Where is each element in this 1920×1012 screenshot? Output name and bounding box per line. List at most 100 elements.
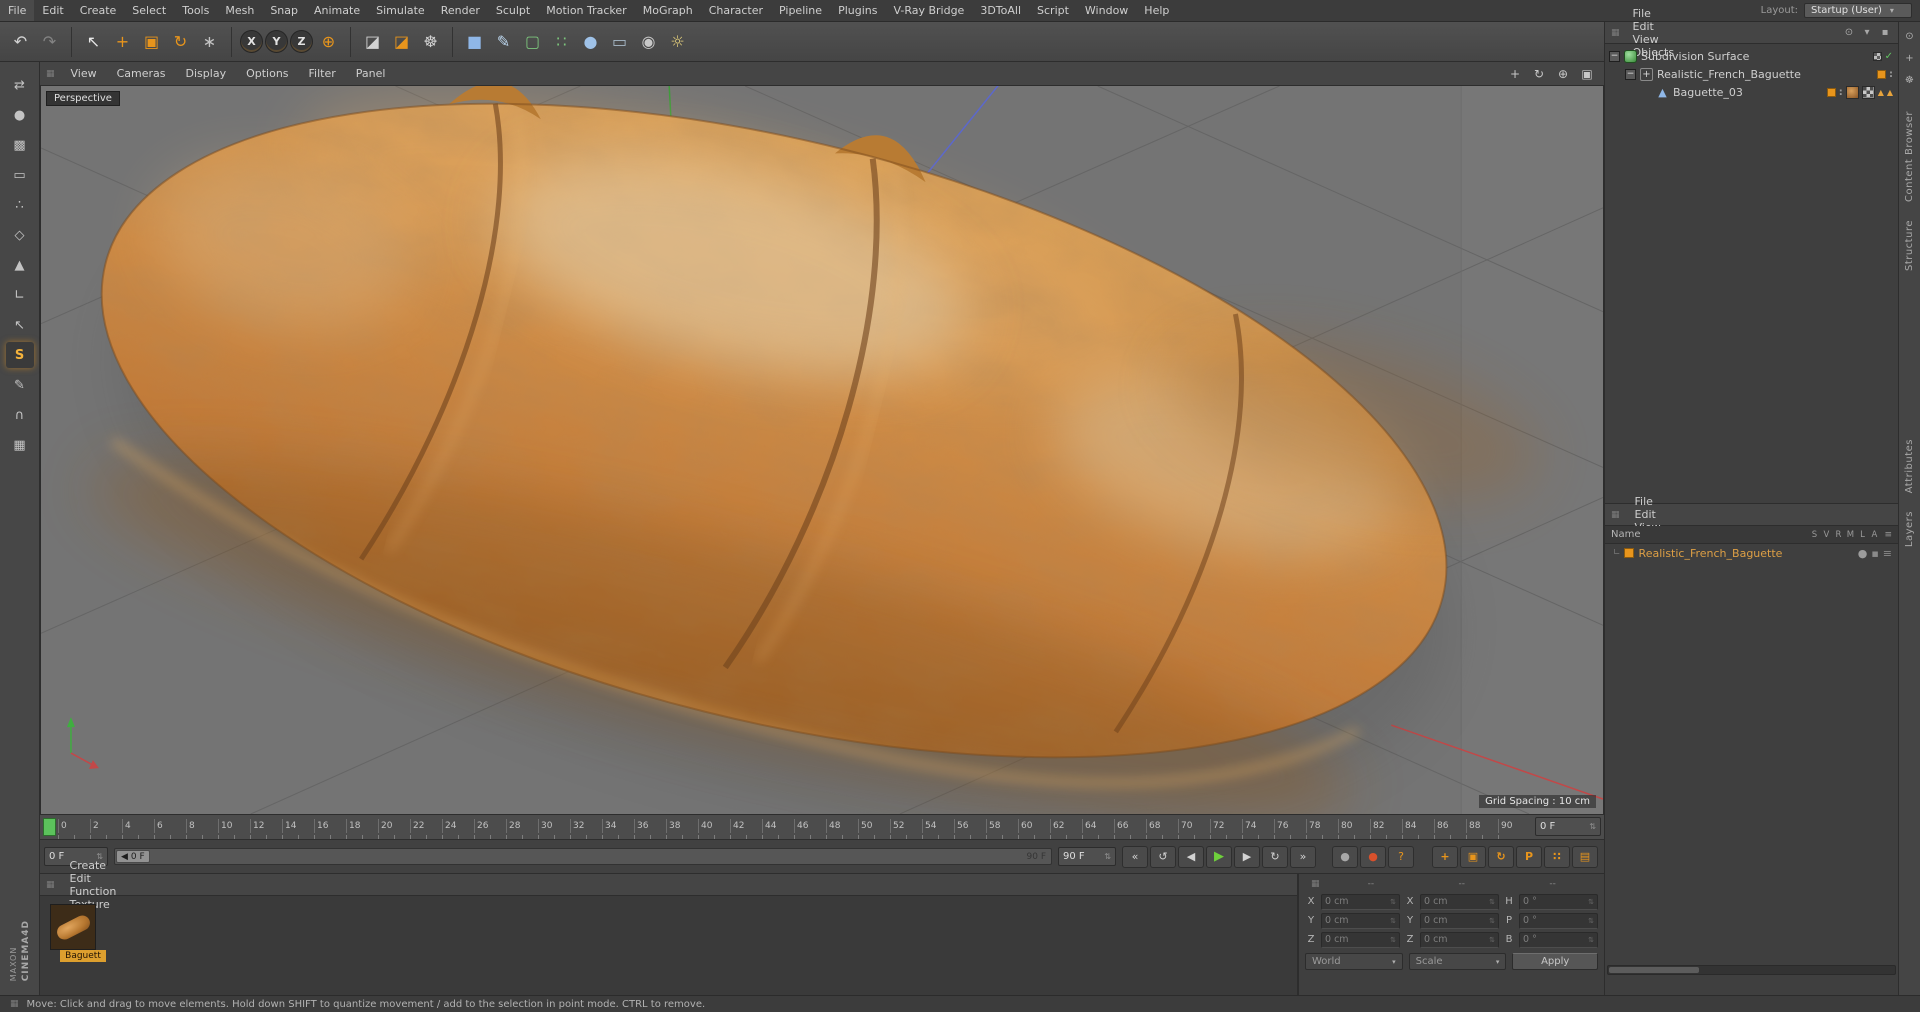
loop-playback-button[interactable]: ↻ [1262,845,1288,868]
tab-attributes[interactable]: Attributes [1904,430,1915,502]
end-frame-field[interactable]: 90 F ⇅ [1058,847,1116,866]
ruler-tick-36[interactable]: 36 [634,819,666,833]
orbit-view-icon[interactable]: ↻ [1528,65,1550,83]
key-timeline-button[interactable]: ▤ [1572,845,1598,868]
checker-badge[interactable] [1872,51,1882,61]
ruler-tick-80[interactable]: 80 [1338,819,1370,833]
menu-tools[interactable]: Tools [174,0,217,21]
spinner-icon[interactable]: ⇅ [1390,917,1396,925]
material-render-icon[interactable]: ▪ [1871,547,1878,560]
object-row-subdivision-surface[interactable]: − Subdivision Surface ✓ [1605,47,1898,65]
coordinate-field-x-0[interactable]: 0 cm ⇅ [1321,893,1400,910]
ruler-tick-14[interactable]: 14 [282,819,314,833]
ruler-tick-0[interactable]: 0 [58,819,90,833]
ruler-tick-38[interactable]: 38 [666,819,698,833]
ruler-tick-52[interactable]: 52 [890,819,922,833]
redo-button[interactable]: ↷ [36,28,63,55]
edges-mode-button[interactable]: ◇ [6,222,34,248]
key-point-level-button[interactable]: ∷ [1544,845,1570,868]
menu-motion-tracker[interactable]: Motion Tracker [538,0,634,21]
mat-menu-create[interactable]: Create [61,859,126,872]
expander-icon[interactable]: − [1625,68,1636,80]
ruler-tick-4[interactable]: 4 [122,819,154,833]
spinner-icon[interactable]: ⇅ [1104,852,1111,861]
spinner-icon[interactable]: ⇅ [1390,936,1396,944]
tex-badge[interactable] [1845,85,1859,99]
tab-structure[interactable]: Structure [1904,211,1915,280]
baguette-model[interactable] [41,86,1576,814]
previous-frame-button[interactable]: ◀ [1178,845,1204,868]
strip-add-icon[interactable]: + [1902,50,1918,66]
menu-character[interactable]: Character [701,0,771,21]
ruler-tick-56[interactable]: 56 [954,819,986,833]
render-view-button[interactable]: ◪ [359,28,386,55]
spinner-icon[interactable]: ⇅ [1390,898,1396,906]
ruler-tick-76[interactable]: 76 [1274,819,1306,833]
add-light-button[interactable]: ☼ [664,28,691,55]
tri-badge[interactable]: ▲ [1878,88,1884,97]
ruler-tick-6[interactable]: 6 [154,819,186,833]
goto-end-button[interactable]: » [1290,845,1316,868]
menu-script[interactable]: Script [1029,0,1077,21]
move-tool-button[interactable]: + [109,28,136,55]
camera-label[interactable]: Perspective [46,91,120,106]
coordinate-field-p-2[interactable]: 0 ° ⇅ [1519,912,1598,929]
model-mode-button[interactable]: ● [6,102,34,128]
ruler-tick-30[interactable]: 30 [538,819,570,833]
key-position-button[interactable]: + [1432,845,1458,868]
add-spline-pen-button[interactable]: ✎ [490,28,517,55]
lock-z-axis-button[interactable]: Z [290,30,313,53]
ruler-tick-64[interactable]: 64 [1082,819,1114,833]
menu-edit[interactable]: Edit [34,0,71,21]
ruler-tick-84[interactable]: 84 [1402,819,1434,833]
viewport-menu-options[interactable]: Options [236,62,298,85]
ruler-tick-20[interactable]: 20 [378,819,410,833]
render-settings-button[interactable]: ☸ [417,28,444,55]
om-search-icon[interactable]: ⊙ [1840,27,1858,38]
menu-help[interactable]: Help [1136,0,1177,21]
ruler-tick-28[interactable]: 28 [506,819,538,833]
ruler-tick-22[interactable]: 22 [410,819,442,833]
om-menu-file[interactable]: File [1626,7,1682,20]
mm-menu-edit[interactable]: Edit [1626,508,1670,521]
transform-mode-dropdown[interactable]: Scale ▾ [1408,953,1507,970]
spinner-icon[interactable]: ⇅ [1588,917,1594,925]
rotate-tool-button[interactable]: ↻ [167,28,194,55]
menu-render[interactable]: Render [433,0,488,21]
ruler-tick-8[interactable]: 8 [186,819,218,833]
ruler-tick-86[interactable]: 86 [1434,819,1466,833]
points-mode-button[interactable]: ∴ [6,192,34,218]
add-cube-button[interactable]: ■ [461,28,488,55]
ruler-tick-16[interactable]: 16 [314,819,346,833]
ruler-tick-50[interactable]: 50 [858,819,890,833]
tab-content-browser[interactable]: Content Browser [1904,102,1915,211]
viewport-menu-display[interactable]: Display [176,62,237,85]
coord-system-dropdown[interactable]: World ▾ [1305,953,1403,970]
menu-mesh[interactable]: Mesh [217,0,262,21]
ruler-tick-60[interactable]: 60 [1018,819,1050,833]
material-more-icon[interactable]: ≡ [1883,547,1892,560]
add-cloner-button[interactable]: ∷ [548,28,575,55]
dots-badge[interactable]: : [1889,69,1893,80]
enable-snap-button[interactable]: ∩ [6,402,34,428]
lock-y-axis-button[interactable]: Y [265,30,288,53]
add-floor-button[interactable]: ▭ [606,28,633,55]
horizontal-scrollbar[interactable] [1607,965,1896,975]
uv-badge[interactable] [1861,85,1875,99]
ruler-tick-42[interactable]: 42 [730,819,762,833]
material-preview-icon[interactable]: ● [1858,547,1868,560]
ruler-tick-58[interactable]: 58 [986,819,1018,833]
ruler-tick-24[interactable]: 24 [442,819,474,833]
scale-tool-button[interactable]: ▣ [138,28,165,55]
orange-badge[interactable] [1877,69,1886,79]
mm-menu-file[interactable]: File [1626,495,1670,508]
menu-snap[interactable]: Snap [262,0,306,21]
goto-start-button[interactable]: « [1122,845,1148,868]
menu-mograph[interactable]: MoGraph [635,0,701,21]
ruler-tick-34[interactable]: 34 [602,819,634,833]
tweak-mode-button[interactable]: ↖ [6,312,34,338]
ruler-tick-78[interactable]: 78 [1306,819,1338,833]
menu-select[interactable]: Select [124,0,174,21]
spinner-icon[interactable]: ⇅ [1589,822,1596,831]
quantize-snap-button[interactable]: ▦ [6,432,34,458]
